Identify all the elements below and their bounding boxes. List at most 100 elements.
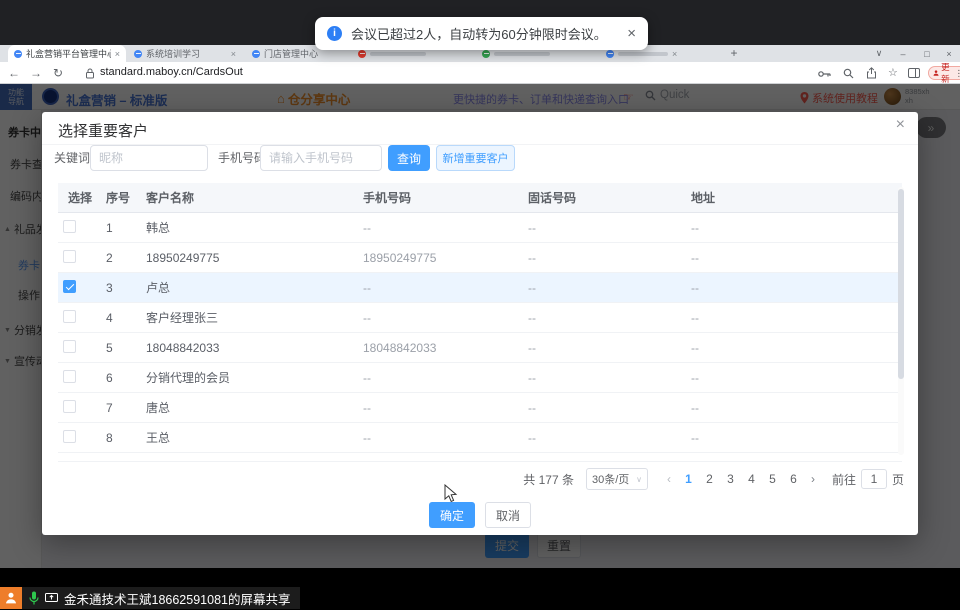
forward-icon[interactable]: →	[30, 65, 42, 81]
reload-icon[interactable]: ↻	[53, 65, 63, 81]
prev-page-icon[interactable]: ‹	[660, 472, 678, 486]
dialog-close-icon[interactable]: ×	[896, 116, 905, 134]
cell-no: 7	[96, 401, 136, 415]
phone-input[interactable]	[260, 145, 382, 171]
cell-phone: --	[353, 401, 518, 415]
participant-tile	[0, 587, 22, 609]
column-header: 手机号码	[353, 189, 518, 206]
confirm-button[interactable]: 确定	[429, 502, 475, 528]
cancel-button[interactable]: 取消	[485, 502, 531, 528]
tab-title	[494, 52, 550, 56]
search-button[interactable]: 查询	[388, 145, 430, 171]
table-header-row: 选择序号客户名称手机号码固话号码地址	[58, 183, 902, 213]
cell-no: 4	[96, 311, 136, 325]
cell-phone: --	[353, 311, 518, 325]
cell-select[interactable]	[58, 370, 96, 386]
screen: 礼盒营销平台管理中心 × 系统培训学习 × 门店管理中心 × + ∨ – □	[0, 0, 960, 610]
cell-select[interactable]	[58, 400, 96, 416]
bookmark-star-icon[interactable]: ☆	[888, 65, 898, 81]
table-row[interactable]: 8王总------	[58, 423, 902, 453]
table-row[interactable]: 21895024977518950249775----	[58, 243, 902, 273]
cell-tel: --	[518, 371, 681, 385]
cell-no: 8	[96, 431, 136, 445]
select-customer-dialog: 选择重要客户 × 关键词 手机号码 查询 新增重要客户 选择序号客户名称手机号码…	[42, 112, 918, 535]
page-number[interactable]: 3	[720, 472, 741, 486]
cell-phone: --	[353, 221, 518, 235]
update-label: 更新	[941, 61, 952, 85]
toast-close-icon[interactable]: ×	[627, 26, 636, 41]
cell-tel: --	[518, 341, 681, 355]
table-row[interactable]: 6分销代理的会员------	[58, 363, 902, 393]
browser-tab-active[interactable]: 礼盒营销平台管理中心 ×	[8, 45, 126, 62]
page-number[interactable]: 2	[699, 472, 720, 486]
cell-name: 分销代理的会员	[136, 369, 353, 386]
row-checkbox[interactable]	[63, 310, 76, 323]
tab-favicon-icon	[134, 50, 142, 58]
keyword-input[interactable]	[90, 145, 208, 171]
table-row[interactable]: 7唐总------	[58, 393, 902, 423]
lock-icon	[86, 68, 94, 79]
toast-message: 会议已超过2人，自动转为60分钟限时会议。	[351, 24, 607, 43]
table-row-partial	[58, 453, 902, 462]
cell-name: 18950249775	[136, 251, 353, 265]
cell-select[interactable]	[58, 220, 96, 236]
share-icon[interactable]	[866, 67, 877, 79]
browser-update-button[interactable]: 更新 ⋮	[928, 66, 960, 80]
window-minimize-icon[interactable]: –	[892, 45, 914, 62]
column-header: 固话号码	[518, 189, 681, 206]
cell-select[interactable]	[58, 280, 96, 296]
table-scrollbar[interactable]	[898, 187, 904, 455]
add-customer-button[interactable]: 新增重要客户	[436, 145, 515, 171]
cell-select[interactable]	[58, 250, 96, 266]
cell-address: --	[681, 341, 902, 355]
url-text[interactable]: standard.maboy.cn/CardsOut	[100, 66, 243, 78]
tab-title	[370, 52, 426, 56]
row-checkbox[interactable]	[63, 340, 76, 353]
row-checkbox[interactable]	[63, 400, 76, 413]
cell-no: 3	[96, 281, 136, 295]
tab-close-icon[interactable]: ×	[672, 49, 677, 59]
cell-select[interactable]	[58, 340, 96, 356]
back-icon[interactable]: ←	[8, 65, 20, 81]
window-maximize-icon[interactable]: □	[916, 45, 938, 62]
page-number[interactable]: 4	[741, 472, 762, 486]
browser-tab[interactable]: 系统培训学习 ×	[128, 45, 242, 62]
tab-close-icon[interactable]: ×	[231, 49, 236, 59]
next-page-icon[interactable]: ›	[804, 472, 822, 486]
row-checkbox[interactable]	[63, 370, 76, 383]
table-row[interactable]: 1韩总------	[58, 213, 902, 243]
cell-select[interactable]	[58, 430, 96, 446]
window-close-icon[interactable]: ×	[938, 45, 960, 62]
row-checkbox[interactable]	[63, 430, 76, 443]
cell-address: --	[681, 371, 902, 385]
screen-share-bar: 金禾通技术王斌18662591081的屏幕共享	[0, 587, 300, 609]
table-row[interactable]: 3卢总------	[58, 273, 902, 303]
window-menu-icon[interactable]: ∨	[868, 45, 890, 62]
share-text: 金禾通技术王斌18662591081的屏幕共享	[64, 589, 290, 608]
row-checkbox[interactable]	[63, 220, 76, 233]
scrollbar-thumb[interactable]	[898, 189, 904, 379]
column-header: 序号	[96, 189, 136, 206]
profile-icon	[933, 68, 939, 78]
page-number[interactable]: 5	[762, 472, 783, 486]
row-checkbox[interactable]	[63, 280, 76, 293]
cell-phone: --	[353, 281, 518, 295]
browser-menu-icon[interactable]: ⋮	[955, 68, 960, 79]
tab-close-icon[interactable]: ×	[115, 49, 120, 59]
page-size-select[interactable]: 30条/页 ∨	[586, 468, 648, 490]
screen-share-icon	[45, 593, 58, 604]
cell-address: --	[681, 281, 902, 295]
row-checkbox[interactable]	[63, 250, 76, 263]
page-number[interactable]: 1	[678, 472, 699, 486]
side-panel-icon[interactable]	[908, 68, 920, 78]
table-row[interactable]: 4客户经理张三------	[58, 303, 902, 333]
column-header: 客户名称	[136, 189, 353, 206]
cell-select[interactable]	[58, 310, 96, 326]
new-tab-button[interactable]: +	[726, 45, 742, 62]
table-row[interactable]: 51804884203318048842033----	[58, 333, 902, 363]
column-header: 选择	[58, 189, 96, 206]
page-number[interactable]: 6	[783, 472, 804, 486]
goto-page-input[interactable]	[861, 469, 887, 489]
zoom-icon[interactable]	[843, 68, 854, 79]
key-icon[interactable]	[818, 70, 831, 78]
